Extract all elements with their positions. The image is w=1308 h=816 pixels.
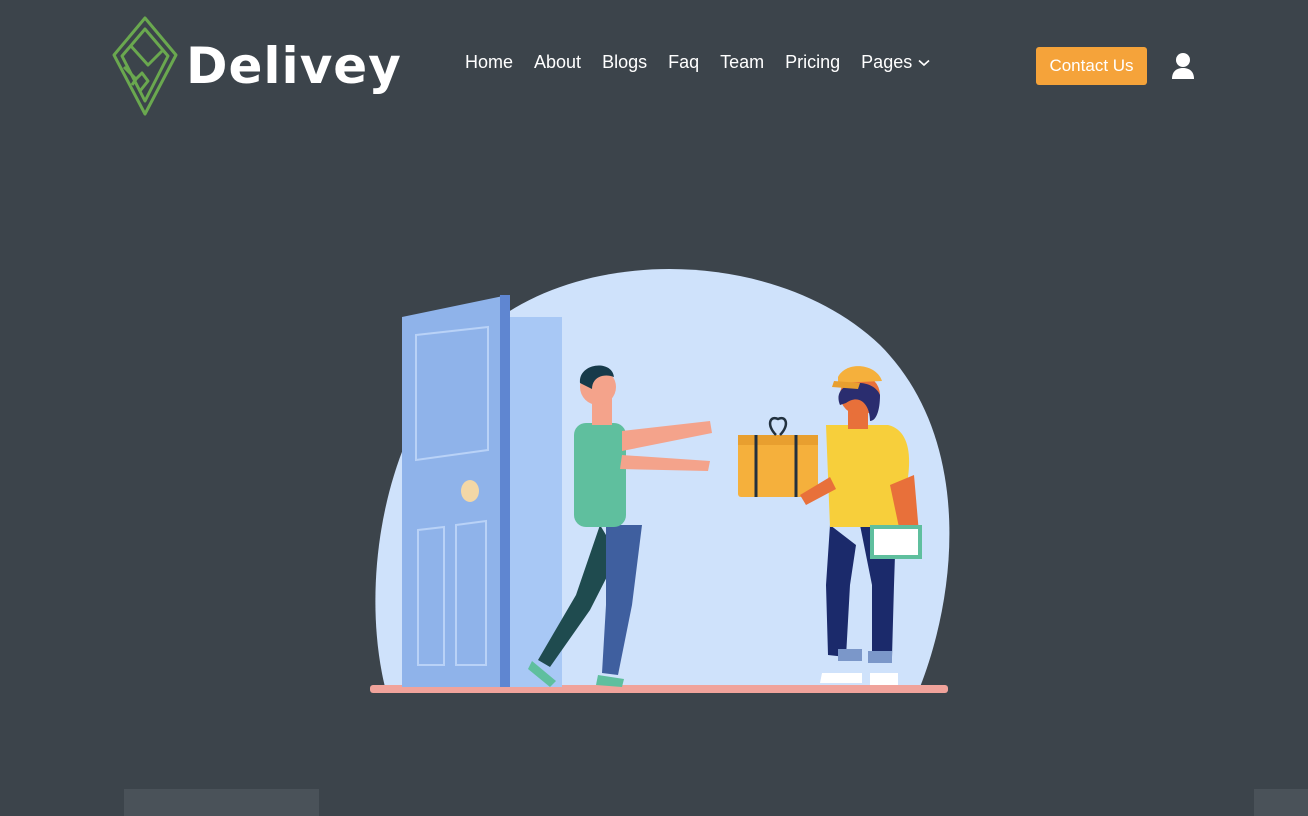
delivery-illustration (370, 269, 950, 693)
hero-illustration (360, 255, 960, 700)
hand-box-icon (112, 16, 178, 116)
slider-control-left[interactable] (124, 789, 319, 816)
nav-pages[interactable]: Pages (861, 52, 930, 73)
slider-control-right[interactable] (1254, 789, 1308, 816)
main-nav: Home About Blogs Faq Team Pricing Pages (465, 52, 930, 73)
nav-faq[interactable]: Faq (668, 52, 699, 73)
nav-pricing[interactable]: Pricing (785, 52, 840, 73)
chevron-down-icon (918, 59, 930, 66)
site-header: Delivey Home About Blogs Faq Team Pricin… (0, 0, 1308, 130)
door-icon (402, 295, 510, 687)
nav-home[interactable]: Home (465, 52, 513, 73)
user-icon (1172, 53, 1194, 79)
brand-logo[interactable]: Delivey (110, 15, 402, 117)
nav-team[interactable]: Team (720, 52, 764, 73)
contact-us-button[interactable]: Contact Us (1036, 47, 1147, 85)
brand-name: Delivey (186, 37, 402, 95)
nav-about[interactable]: About (534, 52, 581, 73)
nav-pages-label: Pages (861, 52, 913, 72)
door-frame (508, 317, 562, 687)
user-account-button[interactable] (1170, 52, 1196, 80)
nav-blogs[interactable]: Blogs (602, 52, 647, 73)
